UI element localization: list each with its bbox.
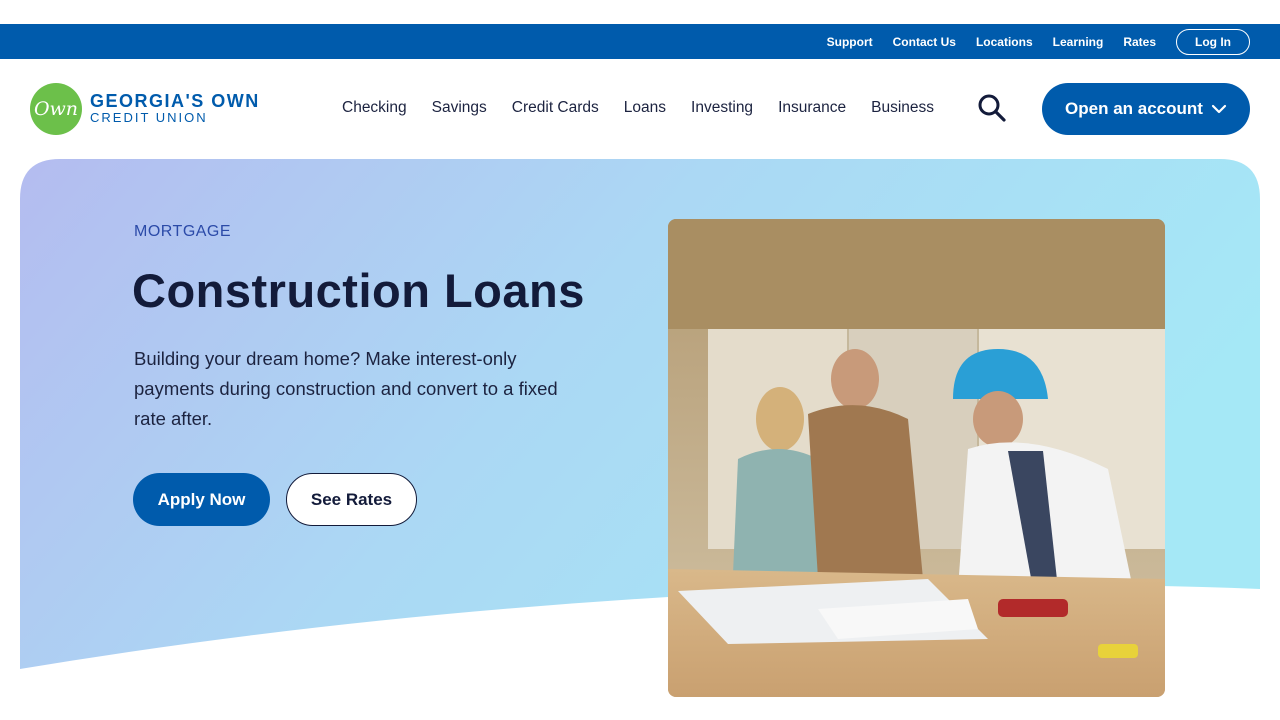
hero-photo xyxy=(668,219,1165,697)
search-icon[interactable] xyxy=(976,92,1008,124)
apply-now-button[interactable]: Apply Now xyxy=(133,473,270,526)
nav-item-savings[interactable]: Savings xyxy=(432,99,487,117)
rates-link[interactable]: Rates xyxy=(1123,35,1156,49)
nav-item-investing[interactable]: Investing xyxy=(691,99,753,117)
open-account-label: Open an account xyxy=(1065,99,1203,118)
logo-mark: Own xyxy=(30,83,82,135)
support-link[interactable]: Support xyxy=(827,35,873,49)
hero-description: Building your dream home? Make interest-… xyxy=(134,348,558,429)
log-in-button[interactable]: Log In xyxy=(1176,28,1250,55)
page-title: Construction Loans xyxy=(132,264,585,317)
hero-banner: MORTGAGE Construction Loans Building you… xyxy=(20,159,1260,720)
learning-link[interactable]: Learning xyxy=(1053,35,1104,49)
contact-us-link[interactable]: Contact Us xyxy=(893,35,956,49)
utility-links: Support Contact Us Locations Learning Ra… xyxy=(807,24,1250,59)
nav-item-business[interactable]: Business xyxy=(871,99,934,117)
logo-name: GEORGIA'S OWN xyxy=(90,91,260,111)
nav-item-insurance[interactable]: Insurance xyxy=(778,99,846,117)
locations-link[interactable]: Locations xyxy=(976,35,1033,49)
hero-eyebrow: MORTGAGE xyxy=(134,223,232,240)
logo-subname: CREDIT UNION xyxy=(90,110,208,125)
nav-item-checking[interactable]: Checking xyxy=(342,99,407,117)
nav-item-credit-cards[interactable]: Credit Cards xyxy=(512,99,599,117)
logo-wordmark: GEORGIA'S OWN CREDIT UNION xyxy=(90,92,260,126)
see-rates-button[interactable]: See Rates xyxy=(286,473,417,526)
main-navigation: Own GEORGIA'S OWN CREDIT UNION Checking … xyxy=(0,59,1280,159)
top-spacer xyxy=(0,0,1280,24)
chevron-down-icon xyxy=(1211,104,1227,114)
open-an-account-button[interactable]: Open an account xyxy=(1042,83,1250,135)
nav-item-loans[interactable]: Loans xyxy=(624,99,666,117)
site-logo[interactable]: Own GEORGIA'S OWN CREDIT UNION xyxy=(30,83,260,135)
utility-bar: Support Contact Us Locations Learning Ra… xyxy=(0,24,1280,59)
primary-menu: Checking Savings Credit Cards Loans Inve… xyxy=(342,99,959,117)
